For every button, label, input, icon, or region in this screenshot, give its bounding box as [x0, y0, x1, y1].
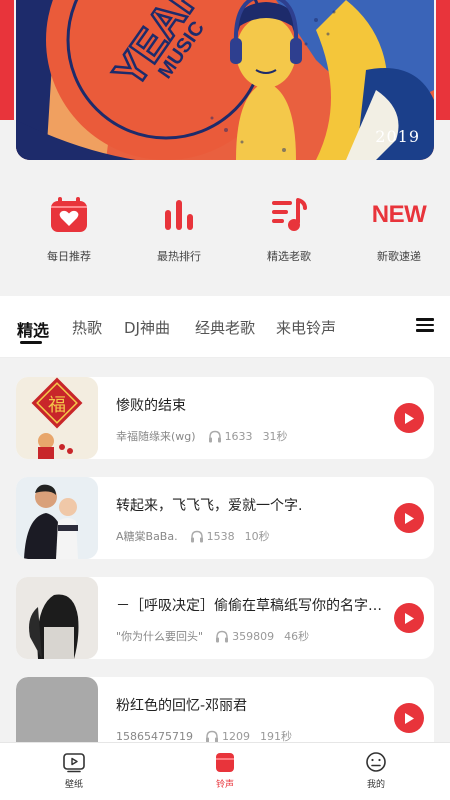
- quick-category-menu: 每日推荐 最热排行 精选老歌 NEW 新歌速递: [0, 180, 450, 280]
- tab-dj[interactable]: DJ神曲: [124, 317, 170, 338]
- play-icon: [405, 612, 414, 624]
- bar-chart-icon: [158, 194, 200, 236]
- song-meta: "你为什么要回头" 359809 46秒: [116, 628, 309, 644]
- play-count: 1538: [206, 529, 235, 543]
- banner-next-edge: [436, 0, 450, 120]
- quick-item-old-songs[interactable]: 精选老歌: [238, 180, 340, 280]
- profile-face-icon: [366, 752, 386, 772]
- banner-year-text: 2019: [375, 127, 420, 146]
- song-duration: 191秒: [259, 730, 292, 742]
- song-cover: [16, 477, 98, 559]
- quick-item-new-songs[interactable]: NEW 新歌速递: [348, 180, 450, 280]
- active-tab-indicator: [20, 341, 42, 344]
- play-count: 359809: [232, 629, 275, 643]
- song-list: 福 惨败的结束 幸福随缘来(wg) 1633 31秒 转起来，飞飞飞，爱就一个字…: [0, 358, 450, 742]
- banner-prev-edge: [0, 0, 14, 120]
- song-card[interactable]: 粉红色的回忆-邓丽君 15865475719 1209 191秒: [16, 677, 434, 742]
- play-button[interactable]: [394, 403, 424, 433]
- tab-classic[interactable]: 经典老歌: [195, 317, 255, 338]
- play-button[interactable]: [394, 703, 424, 733]
- tab-featured[interactable]: 精选: [17, 317, 49, 341]
- playlist-note-icon: [268, 194, 310, 236]
- song-title: 惨败的结束: [116, 398, 186, 414]
- song-meta: A糖棠BaBa. 1538 10秒: [116, 528, 270, 544]
- banner-illustration: YEAH MUSIC: [16, 0, 434, 160]
- play-icon: [405, 512, 414, 524]
- category-tabs: 精选 热歌 DJ神曲 经典老歌 来电铃声: [0, 296, 450, 358]
- song-card[interactable]: 福 惨败的结束 幸福随缘来(wg) 1633 31秒: [16, 377, 434, 459]
- headphones-icon: [208, 430, 221, 442]
- nav-wallpaper-label: 壁纸: [64, 780, 83, 790]
- tab-hot-songs[interactable]: 热歌: [72, 317, 102, 338]
- headphones-icon: [216, 630, 229, 642]
- play-count: 1209: [221, 729, 250, 743]
- play-button[interactable]: [394, 603, 424, 633]
- calendar-heart-icon: [48, 194, 90, 236]
- song-author: 15865475719: [116, 729, 193, 743]
- promo-banner[interactable]: YEAH MUSIC 2019: [16, 0, 434, 160]
- song-title: 粉红色的回忆-邓丽君: [116, 698, 248, 714]
- song-card[interactable]: －［呼吸决定］偷偷在草稿纸写你的名字… "你为什么要回头" 359809 46秒: [16, 577, 434, 659]
- play-button[interactable]: [394, 503, 424, 533]
- song-cover: [16, 577, 98, 659]
- tab-ringtones[interactable]: 来电铃声: [276, 317, 336, 338]
- new-badge-text: NEW: [371, 201, 427, 228]
- nav-ringtone[interactable]: 铃声: [195, 751, 255, 790]
- new-badge-icon: NEW: [372, 194, 427, 236]
- bottom-navigation: 壁纸 铃声 我的: [0, 742, 450, 800]
- song-card[interactable]: 转起来，飞飞飞，爱就一个字. A糖棠BaBa. 1538 10秒: [16, 477, 434, 559]
- quick-item-daily-label: 每日推荐: [47, 250, 91, 263]
- play-count: 1633: [224, 429, 253, 443]
- quick-item-daily[interactable]: 每日推荐: [18, 180, 120, 280]
- song-author: "你为什么要回头": [116, 630, 204, 643]
- ringtone-icon: [216, 753, 234, 772]
- song-author: 幸福随缘来(wg): [116, 430, 196, 443]
- headphones-icon: [190, 530, 203, 542]
- quick-item-old-songs-label: 精选老歌: [267, 250, 311, 263]
- song-cover: [16, 677, 98, 742]
- song-meta: 15865475719 1209 191秒: [116, 728, 292, 742]
- quick-item-hot-ranking[interactable]: 最热排行: [128, 180, 230, 280]
- headphones-icon: [205, 730, 218, 742]
- banner-area: YEAH MUSIC 2019: [0, 0, 450, 172]
- svg-text:福: 福: [48, 395, 66, 416]
- song-duration: 46秒: [284, 630, 310, 643]
- song-author: A糖棠BaBa.: [116, 530, 178, 543]
- play-icon: [405, 712, 414, 724]
- quick-item-hot-ranking-label: 最热排行: [157, 250, 201, 263]
- quick-item-new-songs-label: 新歌速递: [377, 250, 421, 263]
- song-cover: 福: [16, 377, 98, 459]
- song-meta: 幸福随缘来(wg) 1633 31秒: [116, 428, 288, 444]
- nav-profile-label: 我的: [366, 780, 385, 790]
- nav-profile[interactable]: 我的: [346, 751, 406, 790]
- video-icon: [63, 753, 85, 773]
- song-duration: 10秒: [244, 530, 270, 543]
- song-title: 转起来，飞飞飞，爱就一个字.: [116, 498, 303, 514]
- nav-ringtone-label: 铃声: [215, 780, 234, 790]
- menu-icon[interactable]: [416, 318, 434, 332]
- song-duration: 31秒: [262, 430, 288, 443]
- play-icon: [405, 412, 414, 424]
- nav-wallpaper[interactable]: 壁纸: [44, 751, 104, 790]
- song-title: －［呼吸决定］偷偷在草稿纸写你的名字…: [116, 598, 382, 614]
